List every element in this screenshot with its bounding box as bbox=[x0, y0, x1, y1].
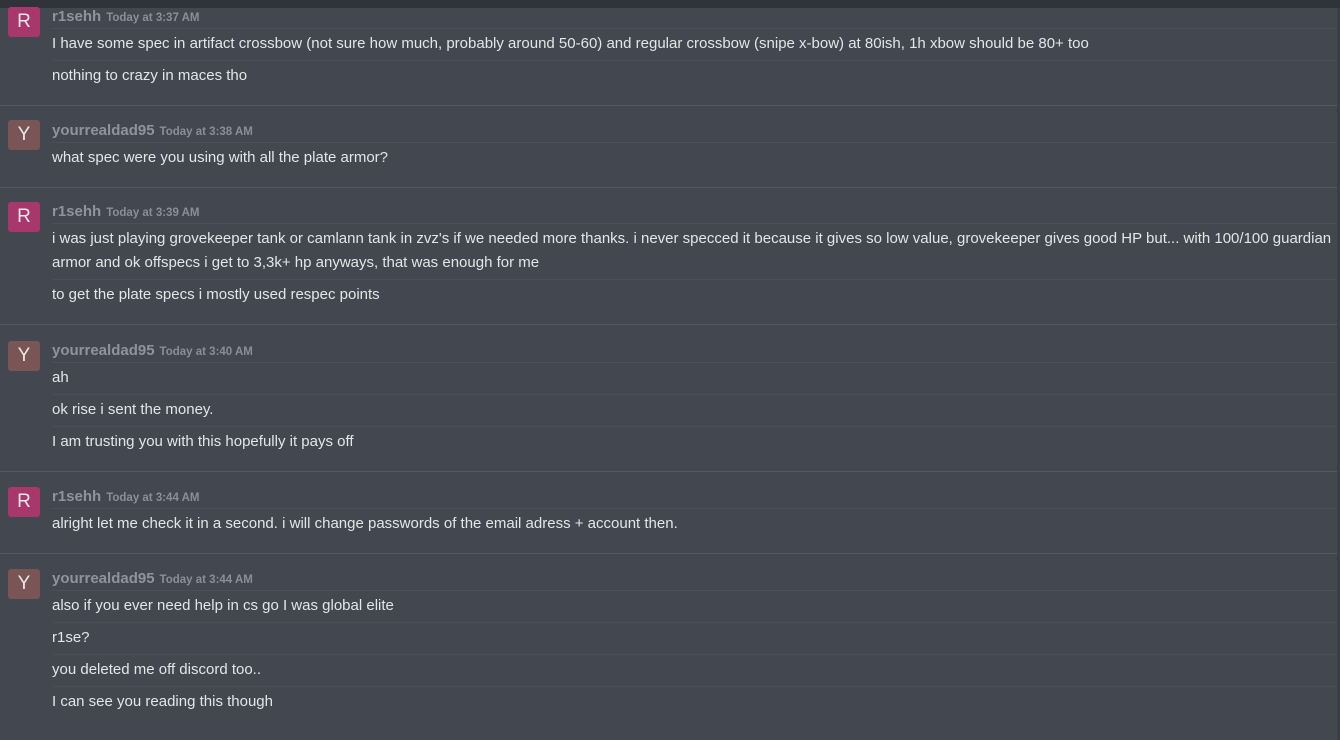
message-text: ok rise i sent the money. bbox=[52, 395, 1337, 427]
message-header: r1sehh Today at 3:37 AM bbox=[52, 8, 1337, 29]
avatar[interactable]: Y bbox=[8, 120, 40, 150]
message-text: to get the plate specs i mostly used res… bbox=[52, 286, 380, 303]
message-text: you deleted me off discord too.. bbox=[52, 655, 1337, 687]
top-bar bbox=[0, 0, 1340, 8]
timestamp: Today at 3:38 AM bbox=[159, 126, 253, 138]
chat-message-list: R r1sehh Today at 3:37 AM I have some sp… bbox=[0, 7, 1337, 731]
username[interactable]: yourrealdad95 bbox=[52, 570, 155, 587]
avatar[interactable]: R bbox=[8, 202, 40, 232]
message-text: I have some spec in artifact crossbow (n… bbox=[52, 29, 1337, 61]
message-group: R r1sehh Today at 3:37 AM I have some sp… bbox=[0, 7, 1337, 106]
timestamp: Today at 3:40 AM bbox=[159, 346, 253, 358]
avatar[interactable]: R bbox=[8, 487, 40, 517]
username[interactable]: r1sehh bbox=[52, 203, 101, 220]
timestamp: Today at 3:44 AM bbox=[106, 492, 200, 504]
username[interactable]: yourrealdad95 bbox=[52, 122, 155, 139]
username[interactable]: r1sehh bbox=[52, 488, 101, 505]
timestamp: Today at 3:44 AM bbox=[159, 574, 253, 586]
message-text: what spec were you using with all the pl… bbox=[52, 149, 389, 166]
message-text: ah bbox=[52, 363, 1337, 395]
message-header: r1sehh Today at 3:44 AM bbox=[52, 488, 1337, 509]
message-header: yourrealdad95 Today at 3:44 AM bbox=[52, 570, 1337, 591]
message-group: R r1sehh Today at 3:44 AM alright let me… bbox=[0, 472, 1337, 554]
avatar[interactable]: Y bbox=[8, 341, 40, 371]
message-text: I can see you reading this though bbox=[52, 693, 273, 710]
message-group: Y yourrealdad95 Today at 3:44 AM also if… bbox=[0, 554, 1337, 731]
message-group: R r1sehh Today at 3:39 AM i was just pla… bbox=[0, 188, 1337, 325]
message-text: alright let me check it in a second. i w… bbox=[52, 515, 678, 532]
timestamp: Today at 3:39 AM bbox=[106, 207, 200, 219]
message-header: yourrealdad95 Today at 3:38 AM bbox=[52, 122, 1337, 143]
avatar[interactable]: Y bbox=[8, 569, 40, 599]
timestamp: Today at 3:37 AM bbox=[106, 12, 200, 24]
message-text: r1se? bbox=[52, 623, 1337, 655]
message-text: I am trusting you with this hopefully it… bbox=[52, 433, 354, 450]
avatar[interactable]: R bbox=[8, 7, 40, 37]
message-text: nothing to crazy in maces tho bbox=[52, 67, 248, 84]
username[interactable]: yourrealdad95 bbox=[52, 342, 155, 359]
message-text: i was just playing grovekeeper tank or c… bbox=[52, 224, 1337, 280]
message-header: r1sehh Today at 3:39 AM bbox=[52, 203, 1337, 224]
message-text: also if you ever need help in cs go I wa… bbox=[52, 591, 1337, 623]
message-header: yourrealdad95 Today at 3:40 AM bbox=[52, 342, 1337, 363]
message-group: Y yourrealdad95 Today at 3:38 AM what sp… bbox=[0, 106, 1337, 188]
message-group: Y yourrealdad95 Today at 3:40 AM ah ok r… bbox=[0, 325, 1337, 472]
username[interactable]: r1sehh bbox=[52, 8, 101, 25]
